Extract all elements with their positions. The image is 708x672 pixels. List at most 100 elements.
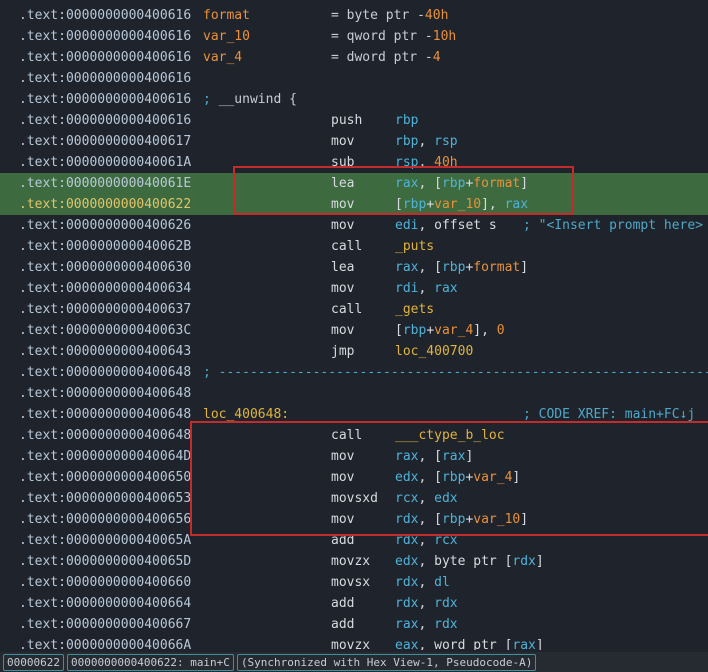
- mnemonic[interactable]: sub: [331, 152, 354, 173]
- xref-comment[interactable]: ; CODE XREF: main+FC↓j: [523, 404, 695, 425]
- mnemonic[interactable]: add: [331, 614, 354, 635]
- line-address: .text:0000000000400660: [19, 575, 192, 590]
- line-address: .text:0000000000400616: [19, 8, 192, 23]
- operands[interactable]: edi, offset s: [395, 215, 497, 236]
- mnemonic[interactable]: mov: [331, 467, 354, 488]
- operands[interactable]: rax, [rbp+format]: [395, 173, 528, 194]
- stack-var-def: = byte ptr -40h: [331, 8, 449, 23]
- line-address: .text:0000000000400667: [19, 617, 192, 632]
- operands[interactable]: [rbp+var_4], 0: [395, 320, 505, 341]
- listing-line[interactable]: .text:0000000000400616 var_10 = qword ptr …: [0, 26, 708, 47]
- listing-line[interactable]: .text:000000000040065D movzx edx, byte ptr…: [0, 551, 708, 572]
- listing-line[interactable]: .text:000000000040061A sub rsp, 40h: [0, 152, 708, 173]
- mnemonic[interactable]: add: [331, 593, 354, 614]
- listing-line[interactable]: .text:0000000000400648 loc_400648: ; CODE …: [0, 404, 708, 425]
- listing-line[interactable]: .text:0000000000400648 call ___ctype_b_loc: [0, 425, 708, 446]
- listing-line[interactable]: .text:0000000000400660 movsx rdx, dl: [0, 572, 708, 593]
- listing-line[interactable]: .text:0000000000400653 movsxd rcx, edx: [0, 488, 708, 509]
- mnemonic[interactable]: call: [331, 425, 362, 446]
- mnemonic[interactable]: add: [331, 530, 354, 551]
- line-address: .text:0000000000400664: [19, 596, 192, 611]
- stack-var-name[interactable]: format: [203, 5, 250, 26]
- mnemonic[interactable]: jmp: [331, 341, 354, 362]
- mnemonic[interactable]: movsxd: [331, 488, 378, 509]
- operands[interactable]: rax, [rbp+format]: [395, 257, 528, 278]
- listing-line[interactable]: .text:0000000000400626 mov edi, offset s ; …: [0, 215, 708, 236]
- operands[interactable]: _gets: [395, 299, 434, 320]
- listing-line[interactable]: .text:0000000000400650 mov edx, [rbp+var_4…: [0, 467, 708, 488]
- listing-line[interactable]: .text:0000000000400616: [0, 68, 708, 89]
- mnemonic[interactable]: movzx: [331, 551, 370, 572]
- operands[interactable]: rbp: [395, 110, 418, 131]
- mnemonic[interactable]: push: [331, 110, 362, 131]
- listing-line[interactable]: .text:000000000040065A add rdx, rcx: [0, 530, 708, 551]
- operands[interactable]: rax, [rax]: [395, 446, 473, 467]
- listing-line[interactable]: .text:0000000000400643 jmp loc_400700: [0, 341, 708, 362]
- listing-line[interactable]: .text:000000000040063C mov [rbp+var_4], 0: [0, 320, 708, 341]
- line-address: .text:0000000000400616: [19, 71, 192, 86]
- mnemonic[interactable]: movzx: [331, 635, 370, 650]
- mnemonic[interactable]: mov: [331, 215, 354, 236]
- line-address: .text:0000000000400616: [19, 92, 192, 107]
- listing-line[interactable]: .text:0000000000400634 mov rdi, rax: [0, 278, 708, 299]
- operands[interactable]: rdx, rdx: [395, 593, 458, 614]
- disassembly-listing[interactable]: .text:0000000000400616 format = byte ptr -…: [0, 0, 708, 650]
- status-location: 0000000000400622: main+C: [66, 653, 234, 671]
- operands[interactable]: rdi, rax: [395, 278, 458, 299]
- operands[interactable]: _puts: [395, 236, 434, 257]
- operands[interactable]: edx, byte ptr [rdx]: [395, 551, 544, 572]
- listing-line[interactable]: .text:0000000000400667 add rax, rdx: [0, 614, 708, 635]
- listing-line[interactable]: .text:0000000000400637 call _gets: [0, 299, 708, 320]
- mnemonic[interactable]: mov: [331, 320, 354, 341]
- operands[interactable]: eax, word ptr [rax]: [395, 635, 544, 650]
- operands[interactable]: rdx, [rbp+var_10]: [395, 509, 528, 530]
- mnemonic[interactable]: call: [331, 236, 362, 257]
- operands[interactable]: rsp, 40h: [395, 152, 458, 173]
- operands[interactable]: rbp, rsp: [395, 131, 458, 152]
- stack-var-def: = qword ptr -10h: [331, 29, 457, 44]
- listing-line[interactable]: .text:0000000000400616 push rbp: [0, 110, 708, 131]
- mnemonic[interactable]: mov: [331, 509, 354, 530]
- line-address: .text:0000000000400630: [19, 260, 192, 275]
- mnemonic[interactable]: mov: [331, 446, 354, 467]
- line-address: .text:0000000000400634: [19, 281, 192, 296]
- operands[interactable]: rdx, dl: [395, 572, 450, 593]
- mnemonic[interactable]: mov: [331, 278, 354, 299]
- line-address: .text:0000000000400648: [19, 386, 192, 401]
- listing-line[interactable]: .text:0000000000400616 var_4 = dword ptr -…: [0, 47, 708, 68]
- listing-line[interactable]: .text:000000000040066A movzx eax, word ptr…: [0, 635, 708, 650]
- listing-line[interactable]: .text:0000000000400622 mov [rbp+var_10], r…: [0, 194, 708, 215]
- mnemonic[interactable]: mov: [331, 131, 354, 152]
- line-address: .text:0000000000400622: [19, 197, 192, 212]
- listing-line[interactable]: .text:0000000000400616 ; __unwind {: [0, 89, 708, 110]
- line-address: .text:0000000000400648: [19, 428, 192, 443]
- listing-line[interactable]: .text:000000000040062B call _puts: [0, 236, 708, 257]
- stack-var-name[interactable]: var_10: [203, 26, 250, 47]
- mnemonic[interactable]: movsx: [331, 572, 370, 593]
- operands[interactable]: rdx, rcx: [395, 530, 458, 551]
- mnemonic[interactable]: call: [331, 299, 362, 320]
- line-address: .text:000000000040065A: [19, 533, 192, 548]
- mnemonic[interactable]: lea: [331, 173, 354, 194]
- mnemonic[interactable]: lea: [331, 257, 354, 278]
- listing-line[interactable]: .text:0000000000400656 mov rdx, [rbp+var_1…: [0, 509, 708, 530]
- line-address: .text:000000000040066A: [19, 638, 192, 650]
- mnemonic[interactable]: mov: [331, 194, 354, 215]
- operands[interactable]: [rbp+var_10], rax: [395, 194, 528, 215]
- operands[interactable]: ___ctype_b_loc: [395, 425, 505, 446]
- listing-line[interactable]: .text:0000000000400630 lea rax, [rbp+forma…: [0, 257, 708, 278]
- listing-line[interactable]: .text:0000000000400617 mov rbp, rsp: [0, 131, 708, 152]
- listing-line[interactable]: .text:000000000040061E lea rax, [rbp+forma…: [0, 173, 708, 194]
- listing-line[interactable]: .text:0000000000400648 ; ----------------…: [0, 362, 708, 383]
- listing-line[interactable]: .text:000000000040064D mov rax, [rax]: [0, 446, 708, 467]
- listing-line[interactable]: .text:0000000000400664 add rdx, rdx: [0, 593, 708, 614]
- listing-line[interactable]: .text:0000000000400616 format = byte ptr -…: [0, 5, 708, 26]
- operands[interactable]: rax, rdx: [395, 614, 458, 635]
- operands[interactable]: loc_400700: [395, 341, 473, 362]
- code-label[interactable]: loc_400648:: [203, 404, 289, 425]
- listing-line[interactable]: .text:0000000000400648: [0, 383, 708, 404]
- line-address: .text:000000000040064D: [19, 449, 192, 464]
- operands[interactable]: edx, [rbp+var_4]: [395, 467, 520, 488]
- operands[interactable]: rcx, edx: [395, 488, 458, 509]
- stack-var-name[interactable]: var_4: [203, 47, 242, 68]
